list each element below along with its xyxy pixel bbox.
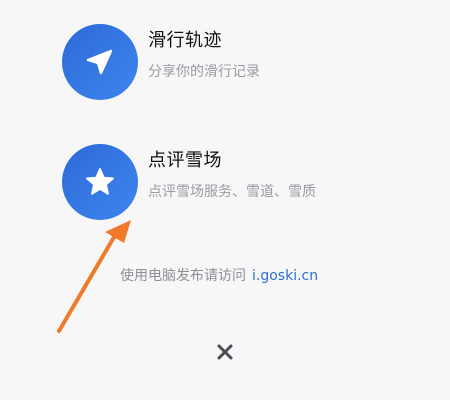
goski-website-link[interactable]: i.goski.cn (252, 268, 318, 284)
review-resort-title: 点评雪场 (148, 150, 222, 171)
star-icon (62, 144, 138, 220)
ski-track-title: 滑行轨迹 (148, 30, 222, 51)
ski-track-subtitle: 分享你的滑行记录 (148, 64, 260, 80)
pc-publish-hint: 使用电脑发布请访问 i.goski.cn (120, 265, 318, 285)
menu-item-ski-track[interactable]: 滑行轨迹 分享你的滑行记录 (62, 24, 422, 104)
send-arrow-icon (62, 24, 138, 100)
menu-item-review-resort[interactable]: 点评雪场 点评雪场服务、雪道、雪质 (62, 144, 422, 224)
close-button[interactable] (211, 338, 239, 366)
close-icon (217, 344, 233, 360)
pc-publish-hint-text: 使用电脑发布请访问 (120, 268, 246, 284)
review-resort-subtitle: 点评雪场服务、雪道、雪质 (148, 184, 316, 200)
